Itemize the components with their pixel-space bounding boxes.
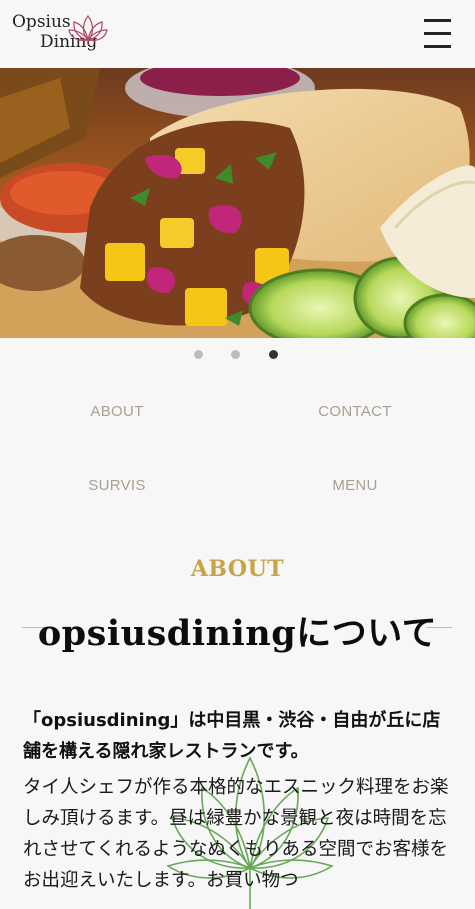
nav-link-about[interactable]: ABOUT xyxy=(17,403,217,420)
carousel-pagination xyxy=(0,350,475,360)
section-label-about: ABOUT xyxy=(190,556,285,582)
carousel-dot-2[interactable] xyxy=(231,350,240,359)
nav-link-menu[interactable]: MENU xyxy=(255,477,455,494)
section-title: opsiusdiningについて xyxy=(37,613,438,654)
lotus-logo-icon xyxy=(68,14,108,45)
site-logo[interactable]: Opsius Dining xyxy=(10,10,108,58)
carousel-dot-3[interactable] xyxy=(269,350,278,359)
burrito-photo xyxy=(0,68,475,338)
site-header: Opsius Dining xyxy=(0,0,475,68)
hero-image xyxy=(0,68,475,338)
nav-link-survis[interactable]: SURVIS xyxy=(17,477,217,494)
about-lead-text: 「opsiusdining」は中目黒・渋谷・自由が丘に店舗を構える隠れ家レストラ… xyxy=(23,710,441,762)
logo-text-opsius: Opsius xyxy=(12,12,71,32)
hamburger-menu-icon[interactable] xyxy=(424,19,451,49)
carousel-dot-1[interactable] xyxy=(194,350,203,359)
nav-link-contact[interactable]: CONTACT xyxy=(255,403,455,420)
about-body-text: タイ人シェフが作る本格的なエスニック料理をお楽しみ頂けるます。昼は緑豊かな景観と… xyxy=(23,777,449,891)
